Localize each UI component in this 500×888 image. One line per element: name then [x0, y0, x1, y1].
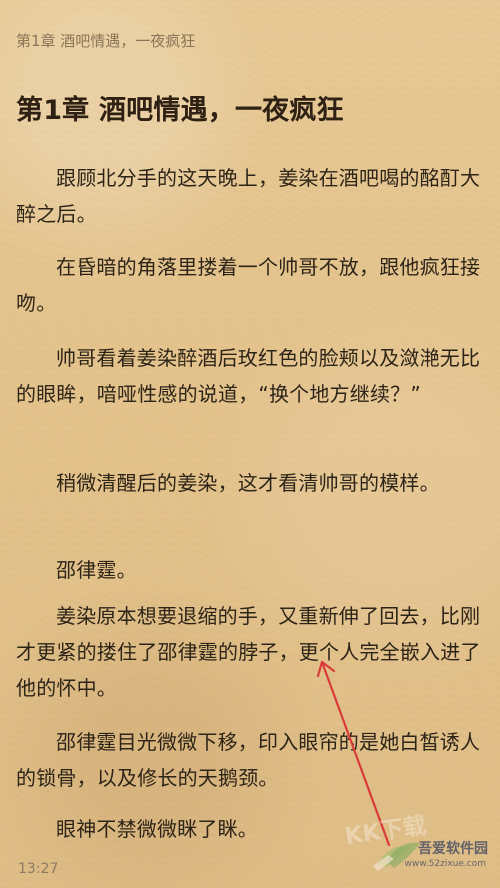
paragraph: 帅哥看着姜染醉酒后玫红色的脸颊以及潋滟无比的眼眸，喑哑性感的说道，“换个地方继续… [16, 346, 481, 406]
running-chapter-title: 第1章 酒吧情遇，一夜疯狂 [16, 32, 196, 50]
watermark-url: www.52zixue.com [404, 859, 486, 869]
paragraph: 跟顾北分手的这天晚上，姜染在酒吧喝的酩酊大醉之后。 [16, 166, 481, 226]
clock-time: 13:27 [18, 861, 59, 877]
chapter-title: 第1章 酒吧情遇，一夜疯狂 [16, 95, 344, 126]
paragraph: 邵律霆。 [56, 558, 137, 582]
watermark-site-name: 吾爱软件园 [418, 841, 488, 857]
paragraph: 姜染原本想要退缩的手，又重新伸了回去，比刚才更紧的搂住了邵律霆的脖子，更个人完全… [16, 604, 481, 700]
reader-page[interactable]: 第1章 酒吧情遇，一夜疯狂 第1章 酒吧情遇，一夜疯狂 跟顾北分手的这天晚上，姜… [0, 0, 500, 888]
watermark-label: 吾爱软件园 www.52zixue.com [390, 834, 490, 878]
paragraph: 在昏暗的角落里搂着一个帅哥不放，跟他疯狂接吻。 [16, 255, 481, 315]
paragraph: 稍微清醒后的姜染，这才看清帅哥的模样。 [56, 471, 440, 495]
paragraph: 邵律霆目光微微下移，印入眼帘的是她白皙诱人的锁骨，以及修长的天鹅颈。 [16, 730, 481, 790]
